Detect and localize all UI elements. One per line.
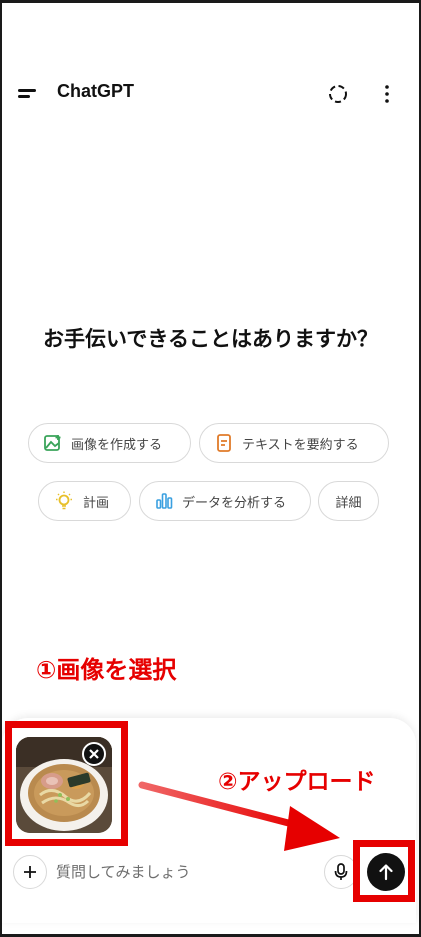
suggestion-label: 画像を作成する — [71, 437, 163, 453]
plus-icon — [24, 866, 36, 878]
highlight-attachment-box — [5, 721, 128, 846]
suggestion-plan[interactable]: 計画 — [38, 481, 131, 521]
dashed-circle-icon[interactable] — [326, 82, 350, 106]
menu-icon[interactable] — [14, 80, 40, 106]
suggestion-analyze-data[interactable]: データを分析する — [139, 481, 311, 521]
image-icon — [44, 435, 61, 451]
app-title: ChatGPT — [57, 81, 135, 101]
bar-chart-icon — [156, 493, 173, 509]
annotation-step1: ①画像を選択 — [36, 656, 177, 684]
suggestion-label: 計画 — [83, 495, 110, 511]
more-vertical-icon[interactable] — [375, 82, 399, 106]
annotation-step2: ②アップロード — [218, 769, 376, 795]
suggestion-label: 詳細 — [335, 495, 362, 511]
greeting-heading: お手伝いできることはありますか？ — [43, 327, 378, 351]
add-attachment-button[interactable] — [13, 855, 47, 889]
highlight-send-box — [353, 840, 415, 902]
prompt-input[interactable] — [56, 855, 316, 889]
suggestion-label: データを分析する — [182, 495, 287, 511]
suggestion-summarize-text[interactable]: テキストを要約する — [199, 423, 389, 463]
suggestion-create-image[interactable]: 画像を作成する — [28, 423, 191, 463]
suggestion-label: テキストを要約する — [242, 437, 359, 453]
suggestion-more[interactable]: 詳細 — [318, 481, 379, 521]
lightbulb-icon — [56, 491, 72, 510]
document-icon — [217, 434, 231, 452]
screen-frame-top — [0, 0, 421, 3]
microphone-icon — [334, 863, 348, 880]
app-header: ChatGPT — [0, 70, 421, 116]
